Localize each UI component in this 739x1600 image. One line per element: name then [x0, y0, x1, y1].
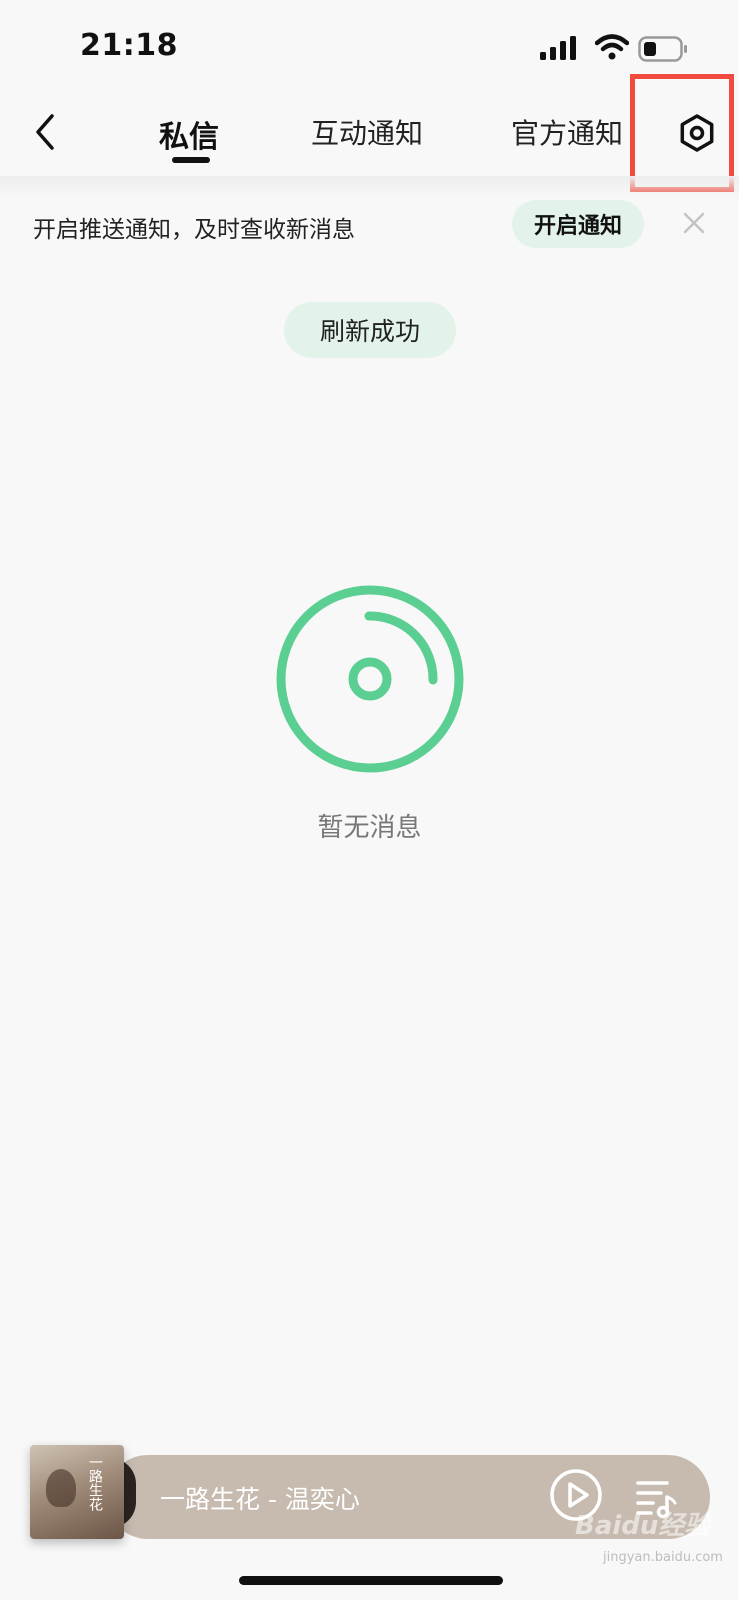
vinyl-disc-icon: [276, 585, 464, 773]
baidu-watermark-url: jingyan.baidu.com: [603, 1550, 723, 1565]
album-cover[interactable]: 一路生花: [30, 1445, 124, 1539]
now-playing-track[interactable]: 一路生花 - 温奕心: [160, 1480, 360, 1516]
album-cover-figure: [46, 1469, 76, 1507]
tab-interaction-notifications[interactable]: 互动通知: [311, 112, 423, 152]
back-chevron-icon[interactable]: [30, 112, 62, 152]
cellular-signal-icon: [540, 36, 576, 60]
tab-official-notifications[interactable]: 官方通知: [511, 112, 623, 152]
empty-state-message: 暂无消息: [317, 813, 422, 843]
enable-notifications-button[interactable]: 开启通知: [512, 200, 644, 248]
refresh-success-toast: 刷新成功: [284, 302, 456, 358]
status-time: 21:18: [80, 28, 178, 63]
home-indicator: [239, 1576, 503, 1585]
battery-icon: [638, 36, 687, 62]
active-tab-indicator: [172, 157, 210, 163]
nav-divider-shadow: [0, 176, 739, 200]
wifi-icon: [595, 34, 629, 60]
push-banner-text: 开启推送通知，及时查收新消息: [33, 217, 355, 243]
album-cover-title: 一路生花: [87, 1455, 103, 1511]
settings-highlight-box: [630, 74, 734, 192]
tab-private-messages[interactable]: 私信: [159, 112, 219, 156]
close-icon[interactable]: [681, 210, 707, 236]
baidu-watermark: Baidu经验: [575, 1511, 711, 1541]
